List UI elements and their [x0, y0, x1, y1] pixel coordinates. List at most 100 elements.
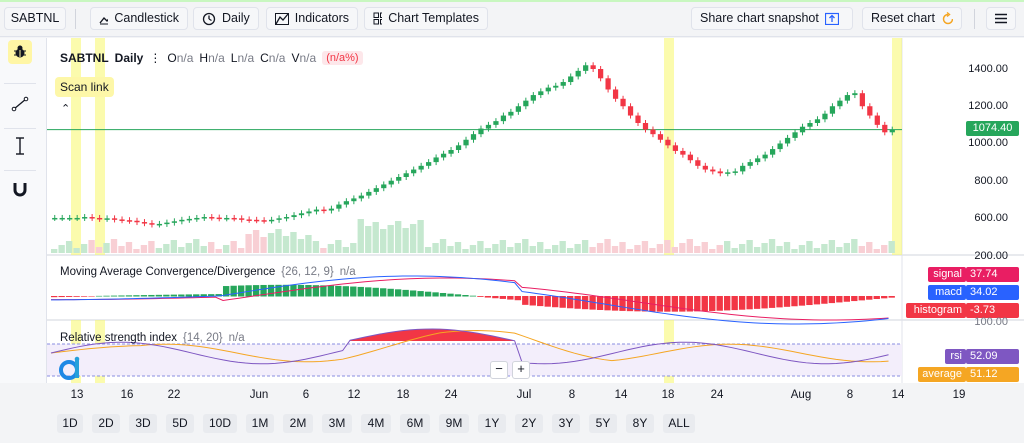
candle-body: [104, 218, 110, 220]
candle-body: [814, 119, 821, 123]
volume-bar: [208, 242, 215, 253]
macd-histogram-bar: [537, 296, 544, 307]
range-1m-button[interactable]: 1M: [246, 414, 274, 433]
divider: [75, 9, 76, 29]
macd-histogram-bar: [731, 296, 738, 311]
candle-body: [283, 217, 290, 219]
legend-low: Ln/a: [231, 51, 254, 65]
volume-bar: [432, 243, 439, 253]
macd-histogram-bar: [843, 296, 851, 302]
trend-line-tool[interactable]: [8, 92, 32, 116]
candle-body: [164, 222, 170, 225]
volume-bar: [656, 244, 664, 253]
range-all-button[interactable]: ALL: [663, 414, 695, 433]
macd-histogram-bar: [230, 285, 237, 297]
range-2m-button[interactable]: 2M: [283, 414, 313, 433]
magnet-tool[interactable]: [8, 177, 32, 201]
candle-body: [680, 150, 686, 155]
collapse-legend-icon[interactable]: ⌃: [61, 102, 70, 115]
candle-body: [695, 160, 701, 166]
macd-histogram-bar: [469, 295, 477, 297]
macd-histogram-bar: [372, 287, 379, 297]
volume-bar: [484, 248, 492, 253]
range-2d-button[interactable]: 2D: [92, 414, 120, 433]
macd-histogram-bar: [761, 296, 768, 309]
candle-body: [291, 215, 297, 218]
menu-button[interactable]: [986, 7, 1016, 30]
volume-bar: [193, 239, 200, 253]
candle-body: [822, 113, 828, 120]
candle-body: [553, 85, 559, 88]
candle-body: [769, 149, 776, 155]
zoom-out-button[interactable]: −: [490, 361, 508, 379]
volume-bar: [821, 244, 828, 253]
candle-body: [433, 157, 439, 163]
range-1y-button[interactable]: 1Y: [478, 414, 506, 433]
candle-body: [807, 122, 813, 127]
range-9m-button[interactable]: 9M: [439, 414, 469, 433]
volume-bar: [320, 248, 327, 253]
symbol-button[interactable]: SABTNL: [4, 7, 66, 30]
range-5d-button[interactable]: 5D: [166, 414, 194, 433]
reset-chart-button[interactable]: Reset chart: [862, 7, 962, 30]
candle-body: [747, 162, 753, 166]
macd-histogram-bar: [58, 296, 65, 298]
range-3d-button[interactable]: 3D: [129, 414, 157, 433]
macd-histogram-bar: [671, 296, 679, 312]
date-tick: Jun: [249, 389, 269, 401]
volume-bar: [738, 244, 746, 253]
text-cursor-tool[interactable]: [8, 134, 32, 158]
volume-bar: [694, 246, 701, 253]
volume-bar: [731, 248, 738, 253]
candle-body: [351, 198, 357, 202]
candle-body: [882, 124, 888, 133]
range-6m-button[interactable]: 6M: [400, 414, 430, 433]
volume-bar: [282, 236, 290, 253]
candle-body: [336, 204, 342, 209]
range-5y-button[interactable]: 5Y: [589, 414, 617, 433]
chart-templates-button[interactable]: Chart Templates: [364, 7, 488, 30]
candle-body: [358, 195, 364, 199]
macd-histogram-bar: [365, 287, 372, 297]
macd-histogram-bar: [709, 296, 716, 311]
share-snapshot-button[interactable]: Share chart snapshot: [691, 7, 853, 30]
candle-body: [710, 169, 716, 172]
volume-bar: [581, 240, 589, 253]
high-value: n/a: [208, 51, 225, 65]
volume-bar: [140, 245, 148, 253]
clock-icon: [202, 12, 216, 25]
volume-bar: [477, 241, 484, 253]
range-8y-button[interactable]: 8Y: [626, 414, 654, 433]
candle-body: [194, 217, 200, 220]
upload-icon: [824, 12, 839, 25]
range-3m-button[interactable]: 3M: [322, 414, 352, 433]
range-10d-button[interactable]: 10D: [203, 414, 237, 433]
volume-bar: [222, 245, 230, 253]
interval-button[interactable]: Daily: [193, 7, 259, 30]
macd-histogram-bar: [679, 296, 686, 312]
bug-tool[interactable]: [8, 40, 32, 64]
close-label: C: [260, 51, 269, 65]
scan-link[interactable]: Scan link: [55, 77, 114, 97]
zoom-in-button[interactable]: +: [512, 361, 530, 379]
candle-body: [440, 153, 447, 158]
range-2y-button[interactable]: 2Y: [515, 414, 543, 433]
candle-body: [500, 115, 507, 122]
range-4m-button[interactable]: 4M: [361, 414, 391, 433]
volume-bar: [237, 248, 245, 253]
date-tick: 13: [70, 389, 84, 401]
open-label: O: [167, 51, 177, 65]
volume-bar: [469, 245, 477, 253]
macd-histogram-bar: [148, 294, 155, 297]
macd-histogram-bar: [185, 294, 192, 297]
indicators-button[interactable]: Indicators: [266, 7, 358, 30]
candle-body: [134, 220, 140, 223]
range-3y-button[interactable]: 3Y: [552, 414, 580, 433]
candle-body: [523, 100, 529, 107]
macd-histogram-bar: [507, 296, 514, 300]
candle-body: [583, 65, 589, 71]
candle-body: [231, 217, 237, 220]
chart-type-button[interactable]: Candlestick: [90, 7, 188, 30]
range-1d-button[interactable]: 1D: [57, 414, 83, 433]
volume-bar: [716, 245, 723, 253]
